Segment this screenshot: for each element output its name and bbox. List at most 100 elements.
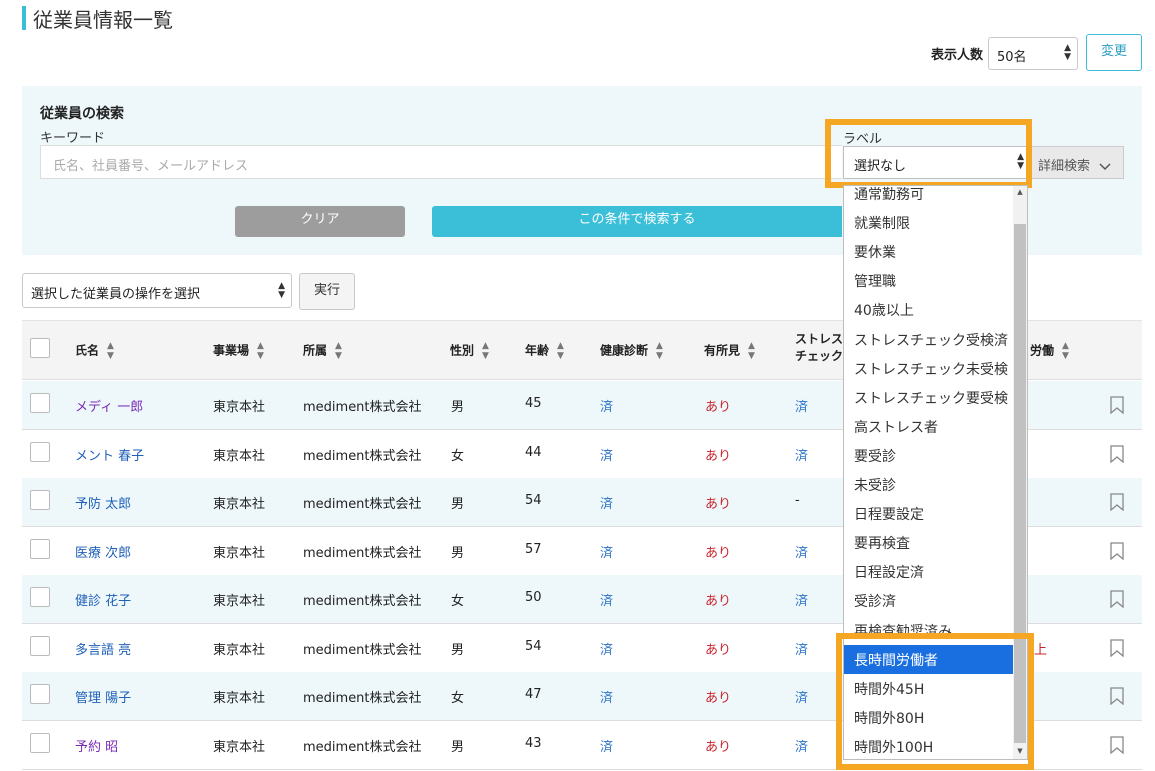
column-header-affiliation[interactable]: 所属 ▲ ▼ bbox=[303, 341, 342, 361]
select-all-checkbox[interactable] bbox=[30, 338, 50, 358]
per-page-select[interactable]: 50名 ▲ ▼ bbox=[988, 37, 1078, 70]
affiliation-cell: mediment株式会社 bbox=[303, 643, 422, 658]
label-option[interactable]: 管理職 bbox=[844, 266, 1014, 295]
row-checkbox[interactable] bbox=[30, 393, 50, 413]
age-cell: 57 bbox=[525, 542, 542, 557]
health-check-status[interactable]: 済 bbox=[600, 542, 613, 561]
stress-check-status[interactable]: 済 bbox=[795, 687, 808, 706]
bookmark-icon[interactable] bbox=[1110, 445, 1124, 463]
stress-check-status[interactable]: 済 bbox=[795, 590, 808, 609]
sort-icon[interactable]: ▲ ▼ bbox=[656, 341, 663, 361]
bookmark-icon[interactable] bbox=[1110, 542, 1124, 560]
clear-button[interactable]: クリア bbox=[235, 206, 405, 237]
label-option[interactable]: 就業制限 bbox=[844, 208, 1014, 237]
keyword-input[interactable]: 氏名、社員番号、メールアドレス bbox=[40, 145, 842, 179]
health-check-status[interactable]: 済 bbox=[600, 590, 613, 609]
row-checkbox[interactable] bbox=[30, 587, 50, 607]
label-option[interactable]: 日程要設定 bbox=[844, 499, 1014, 528]
label-option[interactable]: 要受診 bbox=[844, 441, 1014, 470]
finding-status: あり bbox=[705, 497, 732, 512]
row-checkbox[interactable] bbox=[30, 684, 50, 704]
employee-name-link[interactable]: 管理 陽子 bbox=[75, 687, 131, 706]
column-header-name[interactable]: 氏名 ▲ ▼ bbox=[75, 341, 114, 361]
health-check-status[interactable]: 済 bbox=[600, 639, 613, 658]
column-header-health-check[interactable]: 健康診断 ▲ ▼ bbox=[600, 341, 663, 361]
office-cell: 東京本社 bbox=[213, 400, 266, 415]
sort-icon[interactable]: ▲ ▼ bbox=[482, 341, 489, 361]
stress-check-status: - bbox=[795, 493, 800, 508]
sort-icon[interactable]: ▲ ▼ bbox=[1062, 341, 1069, 361]
health-check-status[interactable]: 済 bbox=[600, 687, 613, 706]
label-option[interactable]: 受診済 bbox=[844, 586, 1014, 615]
sort-icon[interactable]: ▲ ▼ bbox=[557, 341, 564, 361]
finding-status: あり bbox=[705, 400, 732, 415]
bookmark-icon[interactable] bbox=[1110, 590, 1124, 608]
age-cell: 47 bbox=[525, 687, 542, 702]
label-option[interactable]: ストレスチェック受検済 bbox=[844, 325, 1014, 354]
age-cell: 54 bbox=[525, 493, 542, 508]
finding-status: あり bbox=[705, 594, 732, 609]
stress-check-status[interactable]: 済 bbox=[795, 639, 808, 658]
row-checkbox[interactable] bbox=[30, 733, 50, 753]
sort-icon[interactable]: ▲ ▼ bbox=[107, 341, 114, 361]
employee-name-link[interactable]: メディ 一郎 bbox=[75, 396, 143, 415]
label-option[interactable]: 通常勤務可 bbox=[844, 186, 1014, 208]
bookmark-icon[interactable] bbox=[1110, 687, 1124, 705]
sort-icon[interactable]: ▲ ▼ bbox=[257, 341, 264, 361]
row-checkbox[interactable] bbox=[30, 539, 50, 559]
health-check-status[interactable]: 済 bbox=[600, 493, 613, 512]
gender-cell: 男 bbox=[451, 643, 465, 658]
bookmark-icon[interactable] bbox=[1110, 639, 1124, 657]
label-option[interactable]: 日程設定済 bbox=[844, 557, 1014, 586]
label-option[interactable]: 要再検査 bbox=[844, 528, 1014, 557]
bookmark-icon[interactable] bbox=[1110, 493, 1124, 511]
bulk-action-select[interactable]: 選択した従業員の操作を選択 ▲ ▼ bbox=[22, 273, 292, 308]
health-check-status[interactable]: 済 bbox=[600, 396, 613, 415]
label-option[interactable]: ストレスチェック要受検 bbox=[844, 383, 1014, 412]
execute-button[interactable]: 実行 bbox=[299, 273, 355, 310]
employee-name-link[interactable]: メント 春子 bbox=[75, 445, 144, 464]
gender-cell: 男 bbox=[451, 400, 465, 415]
gender-cell: 女 bbox=[451, 691, 465, 706]
scroll-up-icon[interactable]: ▲ bbox=[1013, 186, 1027, 198]
stress-check-status[interactable]: 済 bbox=[795, 445, 808, 464]
employee-name-link[interactable]: 多言語 亮 bbox=[75, 639, 131, 658]
detail-search-button[interactable]: 詳細検索 bbox=[1030, 146, 1124, 179]
office-cell: 東京本社 bbox=[213, 643, 266, 658]
row-checkbox[interactable] bbox=[30, 490, 50, 510]
health-check-status[interactable]: 済 bbox=[600, 736, 613, 755]
employee-name-link[interactable]: 予約 昭 bbox=[75, 736, 118, 755]
affiliation-cell: mediment株式会社 bbox=[303, 449, 422, 464]
affiliation-cell: mediment株式会社 bbox=[303, 594, 422, 609]
office-cell: 東京本社 bbox=[213, 691, 266, 706]
label-select-highlight bbox=[825, 119, 1032, 188]
stress-check-status[interactable]: 済 bbox=[795, 736, 808, 755]
employee-name-link[interactable]: 健診 花子 bbox=[75, 590, 131, 609]
row-checkbox[interactable] bbox=[30, 636, 50, 656]
bookmark-icon[interactable] bbox=[1110, 396, 1124, 414]
sort-icon[interactable]: ▲ ▼ bbox=[335, 341, 342, 361]
sort-icon[interactable]: ▲ ▼ bbox=[748, 341, 755, 361]
column-header-finding[interactable]: 有所見 ▲ ▼ bbox=[704, 341, 755, 361]
stress-check-status[interactable]: 済 bbox=[795, 542, 808, 561]
row-checkbox[interactable] bbox=[30, 442, 50, 462]
health-check-status[interactable]: 済 bbox=[600, 445, 613, 464]
label-option[interactable]: 40歳以上 bbox=[844, 295, 1014, 324]
employee-name-link[interactable]: 予防 太郎 bbox=[75, 493, 131, 512]
employee-name-link[interactable]: 医療 次郎 bbox=[75, 542, 131, 561]
stress-check-status[interactable]: 済 bbox=[795, 396, 808, 415]
bookmark-icon[interactable] bbox=[1110, 736, 1124, 754]
search-submit-button[interactable]: この条件で検索する bbox=[432, 206, 842, 237]
label-option[interactable]: 未受診 bbox=[844, 470, 1014, 499]
office-cell: 東京本社 bbox=[213, 497, 266, 512]
office-cell: 東京本社 bbox=[213, 594, 266, 609]
label-option[interactable]: ストレスチェック未受検 bbox=[844, 354, 1014, 383]
change-per-page-button[interactable]: 変更 bbox=[1086, 34, 1142, 71]
label-option[interactable]: 要休業 bbox=[844, 237, 1014, 266]
column-header-age[interactable]: 年齢 ▲ ▼ bbox=[525, 341, 564, 361]
column-header-office[interactable]: 事業場 ▲ ▼ bbox=[213, 341, 264, 361]
column-header-gender[interactable]: 性別 ▲ ▼ bbox=[450, 341, 489, 361]
column-header-stress-check[interactable]: ストレス チェック bbox=[795, 331, 843, 365]
label-option[interactable]: 高ストレス者 bbox=[844, 412, 1014, 441]
column-header-overtime[interactable]: 労働 ▲ ▼ bbox=[1030, 341, 1069, 361]
